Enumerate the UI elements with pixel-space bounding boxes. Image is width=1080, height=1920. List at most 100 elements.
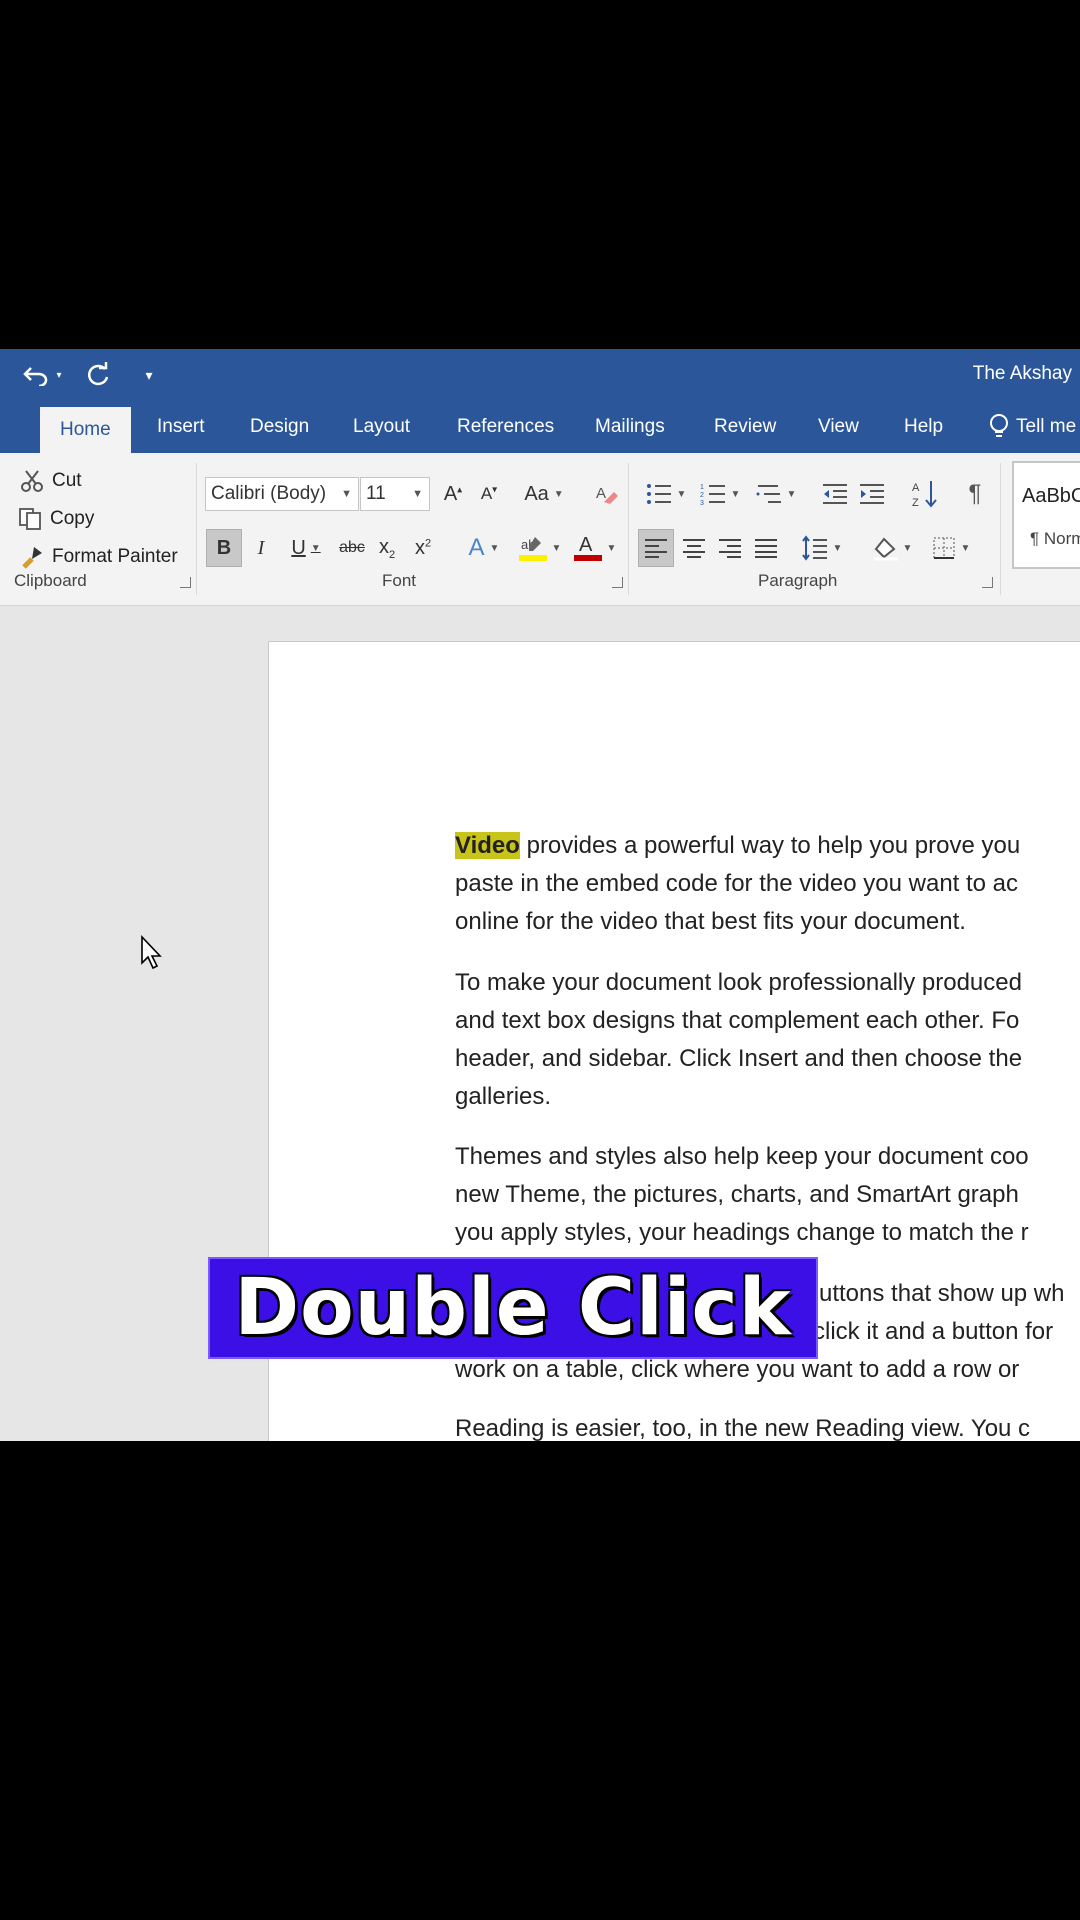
font-group-label: Font [382,571,417,590]
ribbon-tabs: Home Insert Design Layout References Mai… [0,401,1080,453]
increase-indent-button[interactable] [855,477,889,511]
tab-layout[interactable]: Layout [353,401,410,453]
align-left-button[interactable] [638,529,674,567]
increase-indent-icon [860,484,884,504]
numbering-icon: 123 [700,484,725,506]
chevron-down-icon: ▼ [676,488,687,500]
line-spacing-icon [801,535,827,561]
tab-insert[interactable]: Insert [157,401,205,453]
tab-review[interactable]: Review [714,401,776,453]
chevron-down-icon: ▼ [730,488,741,500]
font-color-button[interactable]: A ▼ [570,529,620,567]
format-painter-button[interactable]: Format Painter [20,545,178,569]
decrease-indent-button[interactable] [818,477,852,511]
bold-icon: B [216,536,232,559]
account-name[interactable]: The Akshay [973,363,1072,385]
superscript-icon: x2 [414,536,432,559]
svg-text:3: 3 [700,500,704,506]
tab-help[interactable]: Help [904,401,943,453]
paragraph-3[interactable]: Themes and styles also help keep your do… [455,1138,1080,1252]
font-name-combo[interactable]: Calibri (Body) ▼ [205,477,359,511]
chevron-down-icon: ▼ [412,488,423,500]
tab-home[interactable]: Home [40,407,131,453]
undo-icon[interactable] [20,355,52,395]
chevron-down-icon: ▼ [960,542,971,554]
align-center-icon [683,539,705,558]
justify-icon [755,539,777,558]
customize-qat-icon[interactable]: ▾ [134,367,164,384]
justify-button[interactable] [749,529,783,567]
tab-view[interactable]: View [818,401,859,453]
line-spacing-button[interactable]: ▼ [798,529,846,567]
clear-formatting-button[interactable]: A [590,477,622,511]
italic-button[interactable]: I [246,529,276,567]
caption-overlay: Double Click [208,1257,818,1359]
strikethrough-button[interactable]: abc [336,529,368,567]
sort-icon: AZ [912,481,937,509]
paragraph-launcher-icon[interactable] [982,577,993,588]
styles-gallery[interactable]: AaBbC ¶ Norm [1012,461,1080,569]
caption-text: Double Click [234,1263,792,1353]
clipboard-group-label: Clipboard [14,571,87,590]
underline-button[interactable]: U ▼ [282,529,330,567]
cut-button[interactable]: Cut [20,469,82,493]
text-line: paste in the embed code for the video yo… [455,870,1019,897]
text-line: Reading is easier, too, in the new Readi… [455,1415,1031,1441]
multilevel-list-button[interactable]: ▼ [752,477,800,511]
font-launcher-icon[interactable] [612,577,623,588]
change-case-label: Aa [524,482,549,505]
chevron-down-icon: ▼ [553,488,564,500]
text-effects-button[interactable]: A ▼ [460,529,508,567]
paragraph-1[interactable]: Video provides a powerful way to help yo… [455,827,1080,941]
change-case-button[interactable]: Aa ▼ [520,477,568,511]
paragraph-2[interactable]: To make your document look professionall… [455,964,1080,1116]
font-size-combo[interactable]: 11 ▼ [360,477,430,511]
text-line: and text box designs that complement eac… [455,1007,1020,1034]
svg-text:A: A [579,534,593,556]
grow-font-button[interactable]: A▴ [438,477,468,511]
clipboard-launcher-icon[interactable] [180,577,191,588]
undo-dropdown-icon[interactable]: ▾ [52,370,66,381]
sort-button[interactable]: AZ [908,477,942,511]
copy-label: Copy [50,508,95,529]
paintbrush-icon [22,547,42,569]
align-center-button[interactable] [677,529,711,567]
tell-me-label: Tell me [1016,416,1077,437]
redo-icon[interactable] [76,355,120,395]
copy-button[interactable]: Copy [18,507,94,531]
shading-button[interactable]: ▼ [868,529,916,567]
numbering-button[interactable]: 123 ▼ [696,477,744,511]
strikethrough-icon: abc [339,539,365,556]
ribbon-home: Cut Copy Format Painter Clipboard Calibr… [0,453,1080,606]
superscript-button[interactable]: x2 [408,529,438,567]
tab-mailings[interactable]: Mailings [595,401,665,453]
paint-bucket-icon [873,537,898,561]
cut-label: Cut [52,470,82,491]
subscript-button[interactable]: x2 [372,529,402,567]
shrink-font-button[interactable]: A▾ [474,477,504,511]
text-line: provides a powerful way to help you prov… [519,832,1021,859]
text-line: you apply styles, your headings change t… [455,1219,1029,1246]
show-formatting-button[interactable]: ¶ [960,477,990,511]
tab-tell-me[interactable]: Tell me [988,401,1076,453]
highlighted-word[interactable]: Video [455,832,520,859]
highlight-color-button[interactable]: ab ▼ [514,529,566,567]
borders-button[interactable]: ▼ [926,529,976,567]
text-line: new Theme, the pictures, charts, and Sma… [455,1181,1019,1208]
align-right-button[interactable] [713,529,747,567]
tab-design[interactable]: Design [250,401,309,453]
pilcrow-icon: ¶ [968,480,982,507]
align-left-icon [645,539,667,558]
underline-icon: U [291,536,306,559]
subscript-icon: x2 [378,535,396,561]
paragraph-5[interactable]: Reading is easier, too, in the new Readi… [455,1410,1080,1441]
chevron-down-icon: ▼ [341,488,352,500]
bold-button[interactable]: B [206,529,242,567]
chevron-down-icon: ▼ [310,542,321,554]
borders-icon [932,537,955,559]
bullets-button[interactable]: ▼ [642,477,690,511]
quick-access-toolbar: ▾ ▾ [20,349,164,401]
title-bar: ▾ ▾ The Akshay Home Insert Design Layout… [0,349,1080,453]
tab-references[interactable]: References [457,401,554,453]
chevron-down-icon: ▼ [832,542,843,554]
